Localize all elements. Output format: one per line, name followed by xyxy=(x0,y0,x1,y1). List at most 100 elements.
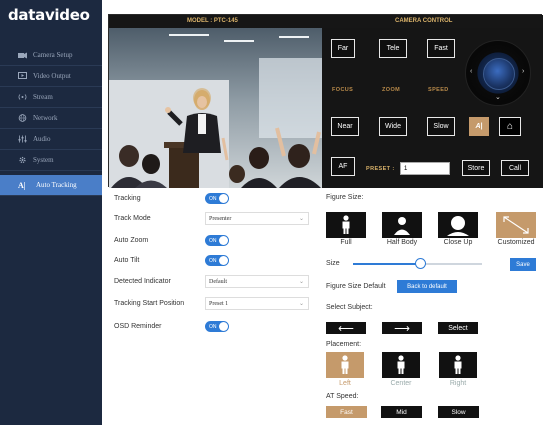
at-speed-fast-button[interactable]: Fast xyxy=(326,406,367,418)
gear-icon xyxy=(19,156,26,164)
sidebar-item-label: Audio xyxy=(33,135,51,143)
person-half-icon xyxy=(394,217,410,235)
pan-right-icon[interactable]: › xyxy=(522,68,524,75)
detected-indicator-select[interactable]: Default ⌄ xyxy=(205,275,309,288)
figure-half-body-button[interactable] xyxy=(382,212,422,238)
track-mode-label: Track Mode xyxy=(114,215,151,222)
toggle-state: ON xyxy=(209,195,217,202)
tracking-start-select[interactable]: Preset 1 ⌄ xyxy=(205,297,309,310)
auto-zoom-label: Auto Zoom xyxy=(114,237,149,244)
sidebar-item-label: Video Output xyxy=(33,72,71,80)
focus-far-button[interactable]: Far xyxy=(331,39,355,58)
home-button[interactable]: ⌂ xyxy=(499,117,521,136)
sidebar-item-audio[interactable]: Audio xyxy=(0,129,102,150)
tracking-toggle[interactable]: ON xyxy=(205,193,229,204)
af-button[interactable]: AF xyxy=(331,157,355,176)
person-icon xyxy=(454,355,462,374)
main-panel: MODEL : PTC-145 CAMERA CONTROL Far Tele … xyxy=(102,0,552,425)
toggle-knob xyxy=(219,236,228,245)
toggle-knob xyxy=(219,194,228,203)
sidebar-item-network[interactable]: Network xyxy=(0,108,102,129)
audio-mixer-icon xyxy=(18,135,27,143)
datavideo-logo: datavideo xyxy=(8,6,90,24)
figure-half-body-label: Half Body xyxy=(386,239,418,246)
sidebar-item-label: Auto Tracking xyxy=(36,181,77,189)
preset-label: PRESET : xyxy=(366,166,395,172)
subject-select-button[interactable]: Select xyxy=(438,322,478,334)
figure-close-up-label: Close Up xyxy=(443,239,473,246)
joystick-knob[interactable] xyxy=(483,58,515,90)
model-label: MODEL : PTC-145 xyxy=(187,18,238,24)
video-preview[interactable] xyxy=(109,28,322,188)
size-label: Size xyxy=(326,260,340,267)
camera-icon xyxy=(18,52,27,59)
subject-right-button[interactable]: ⟶ xyxy=(382,322,422,335)
person-icon xyxy=(341,355,349,374)
arrow-left-icon: ⟵ xyxy=(338,322,354,335)
expand-arrows-icon xyxy=(503,216,529,234)
globe-icon xyxy=(18,114,27,122)
placement-right-button[interactable] xyxy=(439,352,477,378)
monitor-icon xyxy=(18,72,27,79)
store-button[interactable]: Store xyxy=(462,160,490,176)
placement-left-label: Left xyxy=(339,380,351,387)
back-to-default-button[interactable]: Back to default xyxy=(397,280,457,293)
auto-tracking-button[interactable]: A| xyxy=(469,117,489,136)
tilt-down-icon[interactable]: ⌄ xyxy=(495,93,501,101)
figure-customized-button[interactable] xyxy=(496,212,536,238)
focus-near-button[interactable]: Near xyxy=(331,117,359,136)
person-icon xyxy=(397,355,405,374)
pan-left-icon[interactable]: ‹ xyxy=(470,68,472,75)
auto-tilt-label: Auto Tilt xyxy=(114,257,140,264)
sidebar-item-system[interactable]: System xyxy=(0,150,102,171)
auto-tracking-icon: A| xyxy=(18,181,26,190)
figure-close-up-button[interactable] xyxy=(438,212,478,238)
figure-size-default-label: Figure Size Default xyxy=(326,283,386,290)
chevron-down-icon: ⌄ xyxy=(298,216,304,222)
sidebar-item-label: Stream xyxy=(33,93,53,101)
track-mode-select[interactable]: Presenter ⌄ xyxy=(205,212,309,225)
camera-header: MODEL : PTC-145 CAMERA CONTROL xyxy=(109,15,543,28)
toggle-state: ON xyxy=(209,257,217,264)
placement-left-button[interactable] xyxy=(326,352,364,378)
person-full-icon xyxy=(342,215,350,234)
subject-left-button[interactable]: ⟵ xyxy=(326,322,366,335)
placement-center-button[interactable] xyxy=(382,352,420,378)
osd-reminder-label: OSD Reminder xyxy=(114,323,162,330)
sidebar-item-auto-tracking[interactable]: A| Auto Tracking xyxy=(0,175,102,196)
auto-tilt-toggle[interactable]: ON xyxy=(205,255,229,266)
figure-full-button[interactable] xyxy=(326,212,366,238)
select-value: Default xyxy=(209,278,227,285)
speed-label: SPEED xyxy=(428,87,449,93)
zoom-tele-button[interactable]: Tele xyxy=(379,39,407,58)
broadcast-icon xyxy=(18,94,27,100)
at-speed-mid-button[interactable]: Mid xyxy=(381,406,422,418)
osd-reminder-toggle[interactable]: ON xyxy=(205,321,229,332)
save-size-button[interactable]: Save xyxy=(510,258,536,271)
figure-size-title: Figure Size: xyxy=(326,194,364,201)
home-icon: ⌂ xyxy=(506,121,514,132)
sidebar-item-stream[interactable]: Stream xyxy=(0,87,102,108)
preset-input[interactable]: 1 xyxy=(400,162,450,175)
sidebar-item-camera-setup[interactable]: Camera Setup xyxy=(0,45,102,66)
size-slider-fill xyxy=(353,263,421,265)
toggle-knob xyxy=(219,322,228,331)
speed-slow-button[interactable]: Slow xyxy=(427,117,455,136)
at-speed-slow-button[interactable]: Slow xyxy=(438,406,479,418)
at-speed-title: AT Speed: xyxy=(326,393,359,400)
tracking-start-label: Tracking Start Position xyxy=(114,300,185,307)
sidebar-item-label: Network xyxy=(33,114,58,122)
chevron-down-icon: ⌄ xyxy=(298,301,304,307)
ptz-joystick[interactable]: ‹ › ⌄ xyxy=(465,40,531,106)
auto-zoom-toggle[interactable]: ON xyxy=(205,235,229,246)
ptz-controls: Far Tele Fast FOCUS ZOOM SPEED Near Wide… xyxy=(322,28,543,188)
zoom-wide-button[interactable]: Wide xyxy=(379,117,407,136)
sidebar-item-label: System xyxy=(33,156,54,164)
sidebar-item-video-output[interactable]: Video Output xyxy=(0,66,102,87)
call-button[interactable]: Call xyxy=(501,160,529,176)
speed-fast-button[interactable]: Fast xyxy=(427,39,455,58)
camera-control-panel: MODEL : PTC-145 CAMERA CONTROL Far Tele … xyxy=(108,14,543,188)
figure-customized-label: Customized xyxy=(497,239,535,246)
size-slider-handle[interactable] xyxy=(414,258,426,269)
focus-label: FOCUS xyxy=(332,87,354,93)
